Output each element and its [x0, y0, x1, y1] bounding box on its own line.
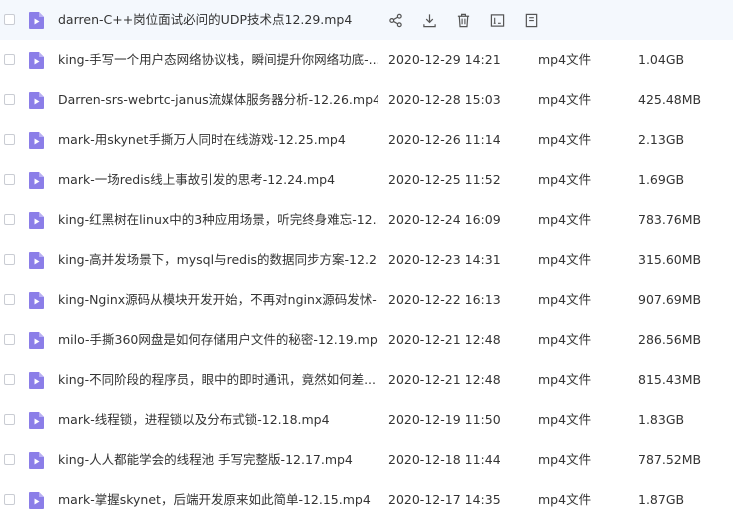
file-size: 783.76MB [638, 212, 702, 227]
row-checkbox[interactable] [4, 494, 15, 505]
file-name[interactable]: mark-掌握skynet，后端开发原来如此简单-12.15.mp4 [58, 491, 378, 509]
video-file-icon [29, 372, 44, 389]
row-checkbox[interactable] [4, 254, 15, 265]
table-row[interactable]: king-人人都能学会的线程池 手写完整版-12.17.mp4 2020-12-1… [0, 440, 733, 480]
video-file-icon [29, 92, 44, 109]
file-date: 2020-12-25 11:52 [388, 172, 501, 187]
table-row[interactable]: mark-掌握skynet，后端开发原来如此简单-12.15.mp4 2020-1… [0, 480, 733, 520]
file-date: 2020-12-23 14:31 [388, 252, 501, 267]
delete-icon[interactable] [456, 11, 490, 29]
file-date: 2020-12-17 14:35 [388, 492, 501, 507]
table-row[interactable]: mark-一场redis线上事故引发的思考-12.24.mp4 2020-12-2… [0, 160, 733, 200]
row-checkbox[interactable] [4, 134, 15, 145]
file-date: 2020-12-24 16:09 [388, 212, 501, 227]
row-checkbox[interactable] [4, 334, 15, 345]
file-date: 2020-12-21 12:48 [388, 332, 501, 347]
video-file-icon [29, 452, 44, 469]
rename-icon[interactable] [490, 11, 524, 29]
table-row[interactable]: king-手写一个用户态网络协议栈，瞬间提升你网络功底-... 2020-12-2… [0, 40, 733, 80]
row-checkbox[interactable] [4, 374, 15, 385]
video-file-icon [29, 132, 44, 149]
file-type: mp4文件 [538, 212, 592, 227]
row-checkbox[interactable] [4, 94, 15, 105]
video-file-icon [29, 412, 44, 429]
file-name[interactable]: king-高并发场景下，mysql与redis的数据同步方案-12.2... [58, 251, 378, 269]
table-row[interactable]: mark-用skynet手撕万人同时在线游戏-12.25.mp4 2020-12-… [0, 120, 733, 160]
file-name[interactable]: king-Nginx源码从模块开发开始，不再对nginx源码发怵-... [58, 291, 378, 309]
download-icon[interactable] [422, 11, 456, 29]
file-date: 2020-12-18 11:44 [388, 452, 501, 467]
file-date: 2020-12-21 12:48 [388, 372, 501, 387]
file-size: 907.69MB [638, 292, 702, 307]
file-name[interactable]: milo-手撕360网盘是如何存储用户文件的秘密-12.19.mp4 [58, 331, 378, 349]
table-row[interactable]: king-红黑树在linux中的3种应用场景，听完终身难忘-12.... 2020… [0, 200, 733, 240]
video-file-icon [29, 212, 44, 229]
file-list: darren-C++岗位面试必问的UDP技术点12.29.mp4 king-手写一… [0, 0, 733, 513]
more-icon[interactable] [524, 11, 558, 29]
file-size: 1.87GB [638, 492, 685, 507]
file-type: mp4文件 [538, 412, 592, 427]
file-size: 1.69GB [638, 172, 685, 187]
file-name[interactable]: darren-C++岗位面试必问的UDP技术点12.29.mp4 [58, 11, 378, 29]
row-checkbox[interactable] [4, 214, 15, 225]
file-type: mp4文件 [538, 292, 592, 307]
file-type: mp4文件 [538, 492, 592, 507]
video-file-icon [29, 12, 44, 29]
file-size: 1.83GB [638, 412, 685, 427]
file-date: 2020-12-19 11:50 [388, 412, 501, 427]
table-row[interactable]: king-高并发场景下，mysql与redis的数据同步方案-12.2... 20… [0, 240, 733, 280]
file-size: 2.13GB [638, 132, 685, 147]
file-name[interactable]: king-人人都能学会的线程池 手写完整版-12.17.mp4 [58, 451, 378, 469]
file-type: mp4文件 [538, 52, 592, 67]
file-date: 2020-12-22 16:13 [388, 292, 501, 307]
file-type: mp4文件 [538, 92, 592, 107]
file-name[interactable]: king-手写一个用户态网络协议栈，瞬间提升你网络功底-... [58, 51, 378, 69]
file-type: mp4文件 [538, 332, 592, 347]
file-date: 2020-12-28 15:03 [388, 92, 501, 107]
share-icon[interactable] [388, 11, 422, 29]
row-checkbox[interactable] [4, 54, 15, 65]
table-row[interactable]: milo-手撕360网盘是如何存储用户文件的秘密-12.19.mp4 2020-1… [0, 320, 733, 360]
file-size: 425.48MB [638, 92, 702, 107]
row-actions [388, 11, 558, 29]
file-date: 2020-12-26 11:14 [388, 132, 501, 147]
file-name[interactable]: mark-线程锁，进程锁以及分布式锁-12.18.mp4 [58, 411, 378, 429]
file-size: 315.60MB [638, 252, 702, 267]
table-row[interactable]: mark-线程锁，进程锁以及分布式锁-12.18.mp4 2020-12-19 1… [0, 400, 733, 440]
file-type: mp4文件 [538, 172, 592, 187]
video-file-icon [29, 292, 44, 309]
file-type: mp4文件 [538, 252, 592, 267]
file-type: mp4文件 [538, 452, 592, 467]
file-name[interactable]: mark-用skynet手撕万人同时在线游戏-12.25.mp4 [58, 131, 378, 149]
file-size: 1.04GB [638, 52, 685, 67]
file-size: 787.52MB [638, 452, 702, 467]
row-checkbox[interactable] [4, 414, 15, 425]
table-row[interactable]: Darren-srs-webrtc-janus流媒体服务器分析-12.26.mp… [0, 80, 733, 120]
video-file-icon [29, 172, 44, 189]
row-checkbox[interactable] [4, 14, 15, 25]
file-name[interactable]: king-不同阶段的程序员，眼中的即时通讯，竟然如何差... [58, 371, 378, 389]
row-checkbox[interactable] [4, 174, 15, 185]
file-size: 815.43MB [638, 372, 702, 387]
file-date: 2020-12-29 14:21 [388, 52, 501, 67]
file-type: mp4文件 [538, 132, 592, 147]
row-checkbox[interactable] [4, 454, 15, 465]
video-file-icon [29, 492, 44, 509]
video-file-icon [29, 252, 44, 269]
row-checkbox[interactable] [4, 294, 15, 305]
table-row[interactable]: king-Nginx源码从模块开发开始，不再对nginx源码发怵-... 2020… [0, 280, 733, 320]
video-file-icon [29, 52, 44, 69]
file-type: mp4文件 [538, 372, 592, 387]
file-name[interactable]: king-红黑树在linux中的3种应用场景，听完终身难忘-12.... [58, 211, 378, 229]
table-row[interactable]: king-不同阶段的程序员，眼中的即时通讯，竟然如何差... 2020-12-21… [0, 360, 733, 400]
file-name[interactable]: mark-一场redis线上事故引发的思考-12.24.mp4 [58, 171, 378, 189]
file-name[interactable]: Darren-srs-webrtc-janus流媒体服务器分析-12.26.mp… [58, 91, 378, 109]
video-file-icon [29, 332, 44, 349]
file-size: 286.56MB [638, 332, 702, 347]
table-row[interactable]: darren-C++岗位面试必问的UDP技术点12.29.mp4 [0, 0, 733, 40]
